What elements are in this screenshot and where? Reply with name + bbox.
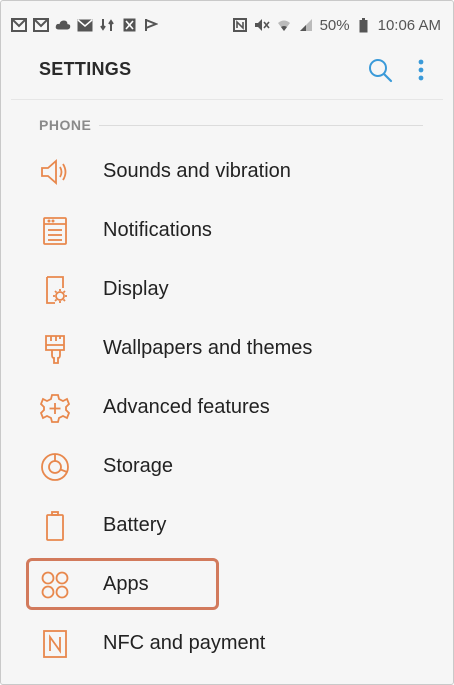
settings-item-label: Battery xyxy=(103,514,167,536)
section-divider xyxy=(99,124,423,126)
screen: 50% 10:06 AM SETTINGS PHONE Sounds and v… xyxy=(0,0,454,685)
apps-highlight-box xyxy=(26,558,219,610)
speaker-icon xyxy=(39,156,71,188)
app-bar: SETTINGS xyxy=(11,41,443,100)
notifications-icon xyxy=(39,215,71,247)
search-button[interactable] xyxy=(367,57,393,83)
gmail-icon xyxy=(11,17,27,33)
settings-item-label: Notifications xyxy=(103,219,212,241)
settings-item-label: NFC and payment xyxy=(103,632,266,654)
settings-item-storage[interactable]: Storage xyxy=(11,437,443,496)
settings-item-sounds-and-vibration[interactable]: Sounds and vibration xyxy=(11,142,443,201)
settings-item-label: Wallpapers and themes xyxy=(103,337,313,359)
settings-item-nfc-and-payment[interactable]: NFC and payment xyxy=(11,614,443,673)
settings-item-label: Storage xyxy=(103,455,174,477)
settings-item-label: Sounds and vibration xyxy=(103,160,291,182)
data-transfer-icon xyxy=(99,17,115,33)
advanced-features-icon xyxy=(39,392,71,424)
storage-icon xyxy=(39,451,71,483)
cloud-sync-icon xyxy=(55,17,71,33)
settings-item-label: Advanced features xyxy=(103,396,270,418)
display-icon xyxy=(39,274,71,306)
mute-icon xyxy=(254,17,270,33)
flag-icon xyxy=(143,17,159,33)
paintbrush-icon xyxy=(39,333,71,365)
signal-icon xyxy=(298,17,314,33)
settings-item-wallpapers-and-themes[interactable]: Wallpapers and themes xyxy=(11,319,443,378)
nfc-status-icon xyxy=(232,17,248,33)
system-icons: 50% 10:06 AM xyxy=(232,17,441,34)
page-title: SETTINGS xyxy=(39,59,132,79)
status-bar: 50% 10:06 AM xyxy=(11,11,441,39)
wifi-icon xyxy=(276,17,292,33)
excel-icon xyxy=(121,17,137,33)
email-icon xyxy=(77,17,93,33)
settings-item-notifications[interactable]: Notifications xyxy=(11,201,443,260)
settings-item-display[interactable]: Display xyxy=(11,260,443,319)
more-vert-icon xyxy=(418,59,424,81)
section-label: PHONE xyxy=(39,117,92,133)
more-options-button[interactable] xyxy=(411,55,431,85)
section-header-phone: PHONE xyxy=(39,116,423,134)
gmail-icon xyxy=(33,17,49,33)
search-icon xyxy=(369,59,393,83)
notification-icons xyxy=(11,17,159,33)
battery-icon xyxy=(39,510,71,542)
battery-status-icon xyxy=(356,17,372,33)
nfc-icon xyxy=(39,628,71,660)
settings-item-battery[interactable]: Battery xyxy=(11,496,443,555)
clock: 10:06 AM xyxy=(377,16,441,34)
settings-item-advanced-features[interactable]: Advanced features xyxy=(11,378,443,437)
settings-item-label: Display xyxy=(103,278,169,300)
battery-percent: 50% xyxy=(319,16,350,34)
